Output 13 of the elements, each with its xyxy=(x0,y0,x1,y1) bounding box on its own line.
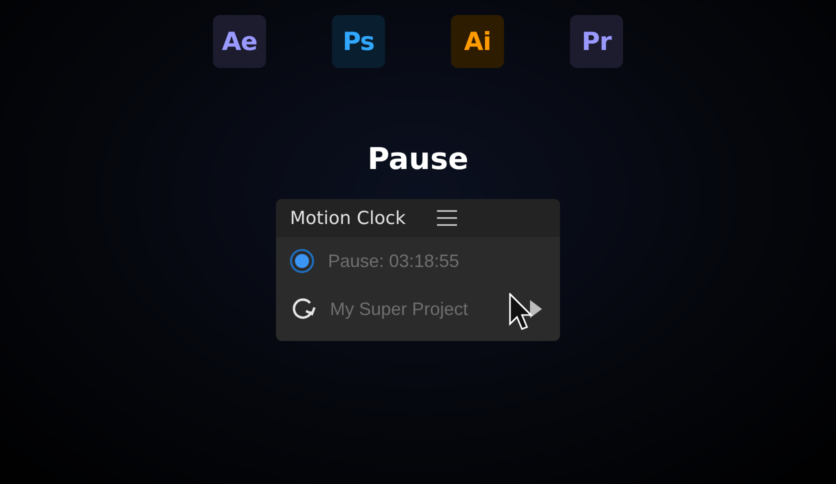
heading: Pause xyxy=(368,142,468,177)
cursor-icon xyxy=(509,293,533,331)
play-icon[interactable] xyxy=(530,300,542,318)
app-icon[interactable]: Ai xyxy=(451,15,504,68)
refresh-icon[interactable] xyxy=(290,296,316,322)
app-icon[interactable]: Pr xyxy=(570,15,623,68)
menu-icon[interactable] xyxy=(436,209,458,227)
row-label: My Super Project xyxy=(330,298,468,320)
app-icon[interactable]: Ps xyxy=(332,15,385,68)
row-label: Pause: 03:18:55 xyxy=(328,250,460,272)
radio-button[interactable] xyxy=(290,249,314,273)
app-icon[interactable]: Ae xyxy=(213,15,266,68)
panel-title: Motion Clock xyxy=(290,208,406,228)
